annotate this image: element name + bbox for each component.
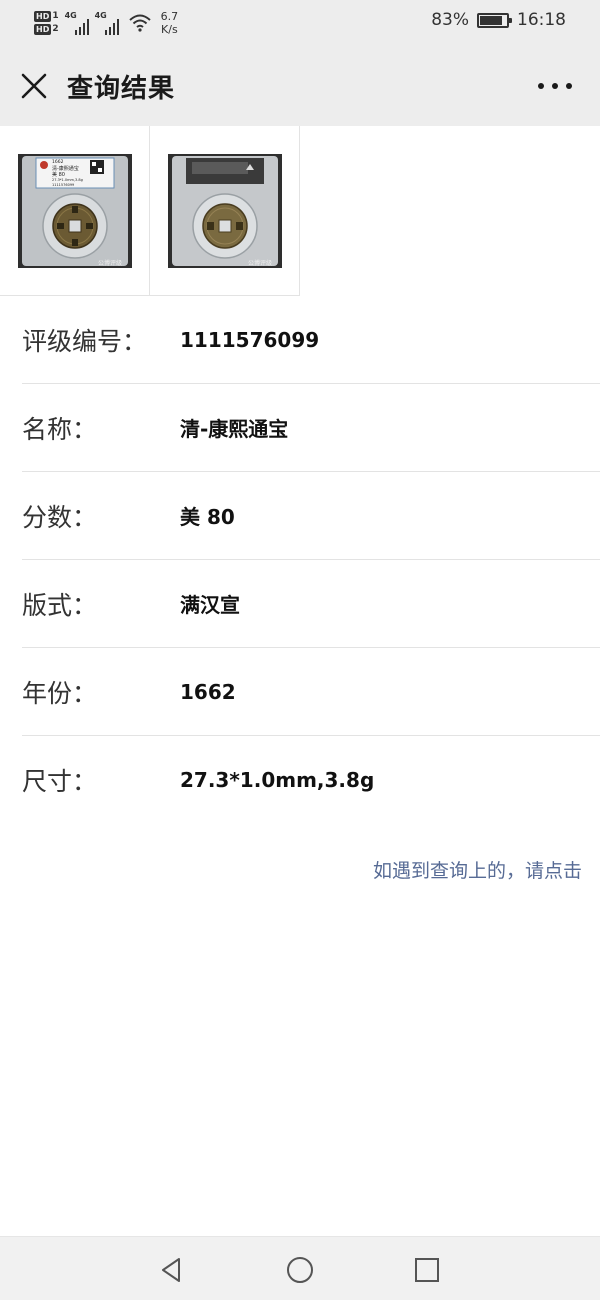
hd-badge-1: HD 1 xyxy=(34,11,59,22)
network-type-label: 4G xyxy=(64,11,77,20)
watermark: 公博评级 xyxy=(98,259,122,267)
coin-back-thumbnail[interactable]: 公博评级 xyxy=(150,126,300,296)
coin-back-image: 公博评级 xyxy=(167,153,282,268)
home-icon xyxy=(287,1257,313,1283)
speed-value: 6.7 xyxy=(160,10,179,23)
system-nav-bar xyxy=(0,1236,600,1300)
close-button[interactable] xyxy=(18,70,50,102)
status-left: HD 1 HD 2 4G 4G 6.7 K/s xyxy=(34,6,178,40)
hd-label: HD xyxy=(34,11,52,22)
wifi-icon xyxy=(128,14,151,32)
hd-label: HD xyxy=(34,24,52,35)
title-bar: 查询结果 xyxy=(0,46,600,126)
back-icon xyxy=(162,1258,180,1282)
page-title: 查询结果 xyxy=(67,74,176,104)
detail-value: 满汉宣 xyxy=(180,593,240,617)
detail-value: 27.3*1.0mm,3.8g xyxy=(180,768,375,792)
detail-row-grading-number: 评级编号： 1111576099 xyxy=(22,296,600,384)
signal-icon: 4G xyxy=(65,11,89,35)
detail-row-size: 尺寸： 27.3*1.0mm,3.8g xyxy=(22,736,600,824)
network-speed: 6.7 K/s xyxy=(161,10,179,36)
battery-icon xyxy=(477,12,512,28)
close-icon xyxy=(21,73,47,99)
detail-value: 清-康熙通宝 xyxy=(180,417,289,441)
coin-front-thumbnail[interactable]: 1662 清-康熙通宝 美 80 27.3*1.0mm,3.8g 1111576… xyxy=(0,126,150,296)
battery-percent: 83% xyxy=(431,10,469,30)
detail-label: 名称： xyxy=(22,414,98,444)
status-right: 83% 16:18 xyxy=(431,10,566,30)
clock: 16:18 xyxy=(517,10,566,30)
detail-row-variety: 版式： 满汉宣 xyxy=(22,560,600,648)
more-icon xyxy=(538,83,544,89)
detail-row-name: 名称： 清-康熙通宝 xyxy=(22,384,600,472)
detail-value: 1111576099 xyxy=(180,327,320,352)
speed-unit: K/s xyxy=(161,23,178,36)
more-button[interactable] xyxy=(538,76,572,96)
detail-label: 分数： xyxy=(22,502,98,532)
battery-fill xyxy=(480,15,502,25)
hd-sub: 2 xyxy=(52,24,59,34)
slab-year: 1662 xyxy=(52,159,64,165)
detail-value: 1662 xyxy=(180,679,236,704)
detail-label: 评级编号： xyxy=(22,326,148,356)
hd-indicators: HD 1 HD 2 xyxy=(34,11,59,35)
slab-size: 27.3*1.0mm,3.8g xyxy=(52,178,83,182)
back-button[interactable] xyxy=(157,1255,187,1285)
detail-label: 版式： xyxy=(22,590,98,620)
recents-button[interactable] xyxy=(412,1255,442,1285)
slab-cert: 1111576099 xyxy=(52,183,74,187)
coin-image-gallery: 1662 清-康熙通宝 美 80 27.3*1.0mm,3.8g 1111576… xyxy=(0,126,300,296)
more-icon xyxy=(566,83,572,89)
signal-icon: 4G xyxy=(95,11,119,35)
hd-badge-2: HD 2 xyxy=(34,24,59,35)
detail-row-score: 分数： 美 80 xyxy=(22,472,600,560)
detail-label: 年份： xyxy=(22,678,98,708)
report-link[interactable]: 如遇到查询上的，请点击 xyxy=(373,856,582,883)
detail-row-year: 年份： 1662 xyxy=(22,648,600,736)
coin-front-image: 1662 清-康熙通宝 美 80 27.3*1.0mm,3.8g 1111576… xyxy=(17,153,132,268)
detail-value: 美 80 xyxy=(180,505,235,529)
detail-label: 尺寸： xyxy=(22,767,98,796)
home-button[interactable] xyxy=(285,1255,315,1285)
hd-sub: 1 xyxy=(52,11,59,21)
more-icon xyxy=(552,83,558,89)
detail-list: 评级编号： 1111576099 名称： 清-康熙通宝 分数： 美 80 版式：… xyxy=(22,296,600,824)
slab-score: 美 80 xyxy=(52,171,65,178)
status-bar: HD 1 HD 2 4G 4G 6.7 K/s 83% 16:18 xyxy=(0,0,600,46)
recents-icon xyxy=(415,1258,439,1282)
network-type-label: 4G xyxy=(94,11,107,20)
slab-name: 清-康熙通宝 xyxy=(52,165,79,172)
watermark: 公博评级 xyxy=(248,259,272,267)
